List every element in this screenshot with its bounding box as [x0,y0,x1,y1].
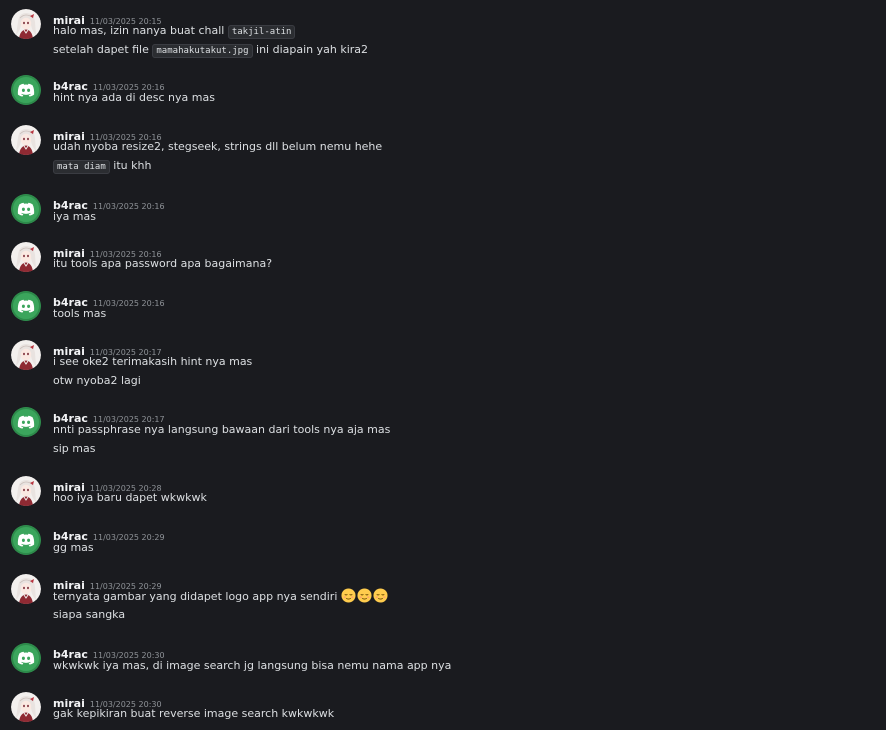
discord-logo-avatar-icon[interactable] [11,407,41,437]
message-text: udah nyoba resize2, stegseek, strings dl… [53,139,382,154]
chat-message: mirai 11/03/2025 20:30 gak kepikiran buat … [0,692,886,728]
message-header: mirai 11/03/2025 20:16 [53,125,162,143]
chat-message: mirai 11/03/2025 20:16 itu tools apa passw… [0,242,886,278]
discord-logo-avatar-icon[interactable] [11,291,41,321]
anime-girl-avatar-icon[interactable] [11,242,41,272]
message-header: b4rac 11/03/2025 20:16 [53,75,165,93]
message-text: mata diam itu khh [53,158,151,175]
message-text: hoo iya baru dapet wkwkwk [53,490,207,505]
discord-logo-avatar-icon[interactable] [11,194,41,224]
message-timestamp: 11/03/2025 20:29 [92,533,165,542]
message-text-segment: nnti passphrase nya langsung bawaan dari… [53,423,391,436]
message-text-segment: siapa sangka [53,608,126,621]
discord-logo-avatar-icon[interactable] [11,75,41,105]
chat-message: mirai 11/03/2025 20:15 halo mas, izin nany… [0,9,886,58]
anime-girl-avatar-icon[interactable] [11,9,41,39]
anime-girl-avatar-icon[interactable] [11,574,41,604]
message-header: b4rac 11/03/2025 20:16 [53,194,165,212]
message-header: mirai 11/03/2025 20:15 [53,9,162,27]
anime-girl-avatar-icon[interactable] [11,476,41,506]
anime-girl-avatar-icon[interactable] [11,340,41,370]
message-text-segment: hint nya ada di desc nya mas [53,91,215,104]
message-header: mirai 11/03/2025 20:28 [53,476,162,494]
chat-message: mirai 11/03/2025 20:17 i see oke2 terimaka… [0,340,886,387]
message-text-segment: sip mas [53,442,96,455]
message-header: mirai 11/03/2025 20:16 [53,242,162,260]
message-text: wkwkwk iya mas, di image search jg langs… [53,658,451,673]
message-text-segment: itu tools apa password apa bagaimana? [53,257,273,270]
message-text-segment: itu khh [109,159,152,172]
relieved-face-icon[interactable] [357,588,372,603]
message-text-segment: hoo iya baru dapet wkwkwk [53,491,207,504]
message-text: setelah dapet file mamahakutakut.jpg ini… [53,42,368,59]
message-text: halo mas, izin nanya buat chall takjil-a… [53,23,296,40]
inline-code: mamahakutakut.jpg [152,44,253,58]
message-text-segment: iya mas [53,210,96,223]
inline-code: mata diam [53,160,110,174]
message-text-segment: tools mas [53,307,107,320]
message-text: iya mas [53,209,96,224]
message-text-segment: i see oke2 terimakasih hint nya mas [53,355,253,368]
inline-code: takjil-atin [227,25,296,39]
chat-message: mirai 11/03/2025 20:28 hoo iya baru dapet … [0,476,886,512]
message-text: i see oke2 terimakasih hint nya mas [53,354,252,369]
message-text-segment: halo mas, izin nanya buat chall [53,24,228,37]
chat-message: b4rac 11/03/2025 20:16 tools mas [0,291,886,327]
message-text: hint nya ada di desc nya mas [53,90,215,105]
message-header: mirai 11/03/2025 20:30 [53,692,162,710]
chat-message: mirai 11/03/2025 20:16 udah nyoba resize2,… [0,125,886,174]
discord-logo-avatar-icon[interactable] [11,643,41,673]
message-text: siapa sangka [53,607,125,622]
message-header: b4rac 11/03/2025 20:29 [53,525,165,543]
message-timestamp: 11/03/2025 20:16 [92,202,165,211]
message-text-segment: gak kepikiran buat reverse image search … [53,707,335,720]
message-text: tools mas [53,306,106,321]
message-text: sip mas [53,441,95,456]
relieved-face-icon[interactable] [341,588,356,603]
chat-message: b4rac 11/03/2025 20:29 gg mas [0,525,886,561]
message-text-segment: setelah dapet file [53,43,153,56]
message-text: ternyata gambar yang didapet logo app ny… [53,588,389,604]
message-text: otw nyoba2 lagi [53,373,141,388]
message-text: gak kepikiran buat reverse image search … [53,706,334,721]
message-text-segment: otw nyoba2 lagi [53,374,141,387]
message-text: itu tools apa password apa bagaimana? [53,256,272,271]
message-header: mirai 11/03/2025 20:17 [53,340,162,358]
message-header: b4rac 11/03/2025 20:17 [53,407,165,425]
chat-message: b4rac 11/03/2025 20:16 iya mas [0,194,886,230]
chat-message-list: mirai 11/03/2025 20:15 halo mas, izin nany… [0,0,886,730]
chat-message: mirai 11/03/2025 20:29 ternyata gambar yan… [0,574,886,621]
relieved-face-icon[interactable] [373,588,388,603]
message-text-segment: wkwkwk iya mas, di image search jg langs… [53,659,452,672]
message-text: gg mas [53,540,94,555]
discord-logo-avatar-icon[interactable] [11,525,41,555]
message-text-segment: ternyata gambar yang didapet logo app ny… [53,590,341,603]
message-text-segment: udah nyoba resize2, stegseek, strings dl… [53,140,383,153]
chat-message: b4rac 11/03/2025 20:16 hint nya ada di des… [0,75,886,111]
chat-message: b4rac 11/03/2025 20:17 nnti passphrase nya… [0,407,886,455]
anime-girl-avatar-icon[interactable] [11,125,41,155]
anime-girl-avatar-icon[interactable] [11,692,41,722]
message-header: b4rac 11/03/2025 20:16 [53,291,165,309]
message-header: mirai 11/03/2025 20:29 [53,574,162,592]
message-text: nnti passphrase nya langsung bawaan dari… [53,422,390,437]
chat-message: b4rac 11/03/2025 20:30 wkwkwk iya mas, di … [0,643,886,679]
message-text-segment: ini diapain yah kira2 [252,43,369,56]
message-text-segment: gg mas [53,541,94,554]
message-header: b4rac 11/03/2025 20:30 [53,643,165,661]
